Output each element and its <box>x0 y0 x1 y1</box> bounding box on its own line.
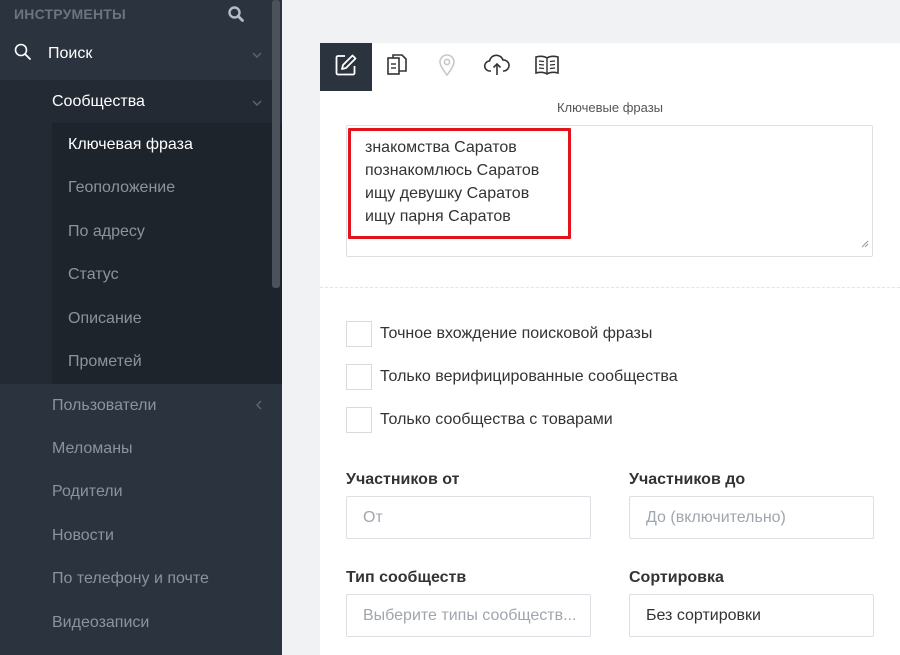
copy-icon <box>384 52 410 83</box>
sidebar-item-keyword[interactable]: Ключевая фраза <box>52 123 282 167</box>
sidebar-submenu: Сообщества Ключевая фраза Геоположение П… <box>0 80 282 384</box>
sidebar-item-users[interactable]: Пользователи <box>0 384 282 427</box>
divider <box>320 287 900 288</box>
sidebar-scrollbar[interactable] <box>272 0 280 288</box>
sidebar-item-news[interactable]: Новости <box>0 514 282 557</box>
search-panel: Ключевые фразы знакомства Саратов познак… <box>320 43 900 655</box>
sidebar-item-label: Поиск <box>48 45 93 62</box>
members-to-input[interactable]: До (включительно) <box>629 496 874 539</box>
members-from-input[interactable]: От <box>346 496 591 539</box>
sidebar-item-videos[interactable]: Видеозаписи <box>0 601 282 644</box>
sidebar-item-parents[interactable]: Родители <box>0 471 282 514</box>
sidebar-item-prometheus[interactable]: Прометей <box>52 341 282 385</box>
sidebar-header-title: ИНСТРУМЕНТЫ <box>14 6 126 22</box>
cloud-upload-icon <box>483 52 511 83</box>
sidebar-item-address[interactable]: По адресу <box>52 210 282 254</box>
community-type-select[interactable]: Выберите типы сообществ... <box>346 594 591 637</box>
search-icon[interactable] <box>228 6 244 22</box>
sidebar-item-phone-email[interactable]: По телефону и почте <box>0 558 282 601</box>
community-type-label: Тип сообществ <box>346 569 467 586</box>
sidebar-item-label: Сообщества <box>52 92 145 110</box>
main-content: Ключевые фразы знакомства Саратов познак… <box>283 0 900 655</box>
sidebar-item-music-lovers[interactable]: Меломаны <box>0 427 282 470</box>
keyword-line: ищу парня Саратов <box>365 208 511 225</box>
verified-only-checkbox[interactable]: Только верифицированные сообщества <box>346 364 678 390</box>
location-tab[interactable] <box>422 43 472 91</box>
checkbox-box[interactable] <box>346 407 372 433</box>
with-goods-checkbox[interactable]: Только сообщества с товарами <box>346 407 613 433</box>
members-to-label: Участников до <box>629 471 746 488</box>
sidebar-item-communities[interactable]: Сообщества <box>0 80 282 123</box>
toolbar <box>320 43 900 91</box>
chevron-down-icon <box>252 93 262 111</box>
edit-icon <box>333 52 359 83</box>
sort-select[interactable]: Без сортировки <box>629 594 874 637</box>
checkbox-label: Только верифицированные сообщества <box>380 368 678 385</box>
sidebar: ИНСТРУМЕНТЫ Поиск Сообщества Ключевая фр… <box>0 0 282 655</box>
checkbox-box[interactable] <box>346 364 372 390</box>
keyword-line: познакомлюсь Саратов <box>365 162 540 179</box>
sidebar-header: ИНСТРУМЕНТЫ <box>0 0 282 28</box>
keyword-line: ищу девушку Саратов <box>365 185 530 202</box>
keyword-line: знакомства Саратов <box>365 139 517 156</box>
sidebar-item-status[interactable]: Статус <box>52 254 282 298</box>
sort-label: Сортировка <box>629 569 724 586</box>
communities-submenu: Ключевая фраза Геоположение По адресу Ст… <box>52 123 282 384</box>
keywords-highlight: знакомства Саратов познакомлюсь Саратов … <box>348 128 571 239</box>
keywords-label: Ключевые фразы <box>556 100 664 115</box>
edit-tab[interactable] <box>320 43 372 91</box>
checkbox-label: Только сообщества с товарами <box>380 411 613 428</box>
members-from-label: Участников от <box>346 471 460 488</box>
sidebar-item-search[interactable]: Поиск <box>0 28 282 80</box>
exact-match-checkbox[interactable]: Точное вхождение поисковой фразы <box>346 321 652 347</box>
checkbox-box[interactable] <box>346 321 372 347</box>
copy-tab[interactable] <box>372 43 422 91</box>
book-icon <box>533 52 561 83</box>
sidebar-item-geolocation[interactable]: Геоположение <box>52 167 282 211</box>
book-tab[interactable] <box>522 43 572 91</box>
sidebar-item-label: Пользователи <box>52 396 157 414</box>
search-icon <box>14 43 32 66</box>
checkbox-label: Точное вхождение поисковой фразы <box>380 325 653 342</box>
resize-handle-icon[interactable] <box>861 235 869 253</box>
location-icon <box>434 52 460 83</box>
sidebar-item-description[interactable]: Описание <box>52 297 282 341</box>
chevron-down-icon <box>252 45 262 63</box>
upload-tab[interactable] <box>472 43 522 91</box>
chevron-left-icon <box>256 397 262 415</box>
